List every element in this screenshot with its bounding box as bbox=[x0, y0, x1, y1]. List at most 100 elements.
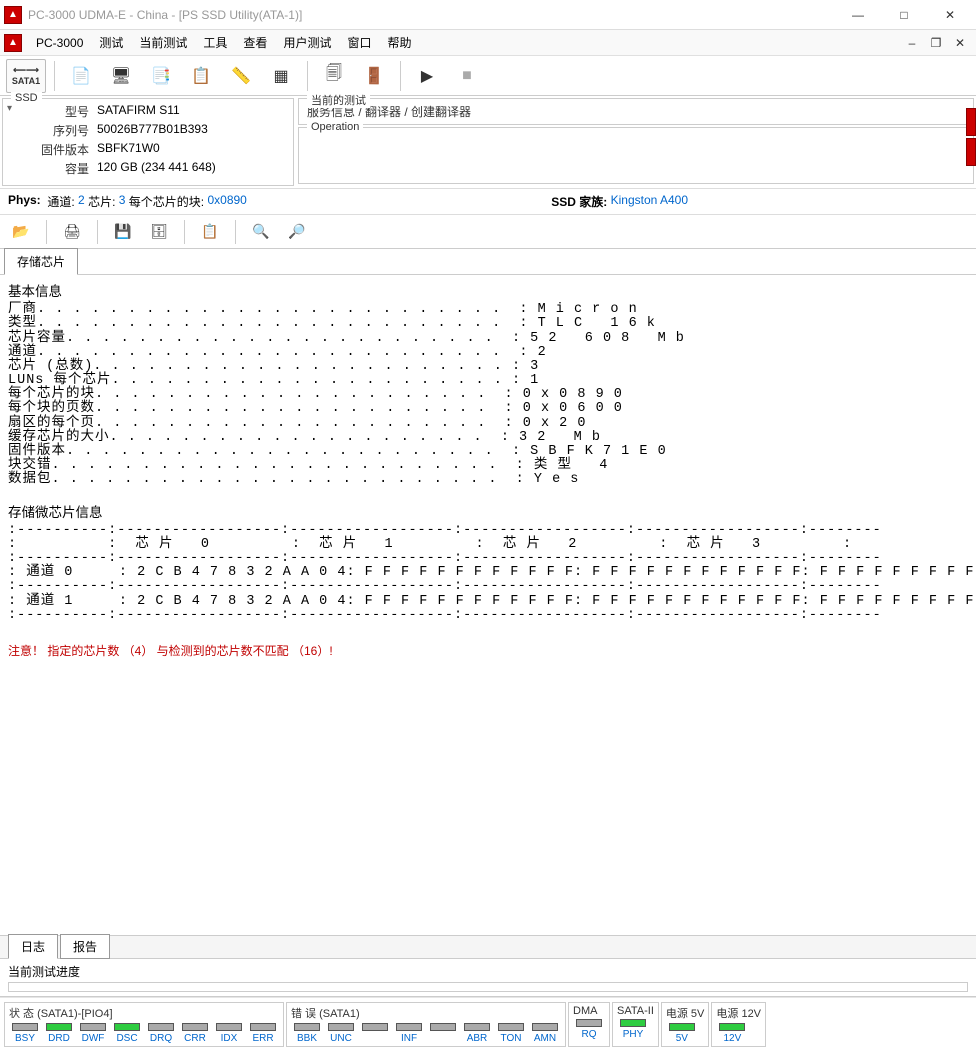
toolbar-separator bbox=[54, 61, 55, 91]
phys-chip-label: 芯片: bbox=[88, 193, 115, 210]
content-text[interactable]: 基本信息厂商. . . . . . . . . . . . . . . . . … bbox=[0, 275, 976, 935]
ssd-model-value: SATAFIRM S11 bbox=[97, 103, 180, 120]
tb-doc-icon[interactable]: 📄 bbox=[63, 59, 99, 93]
tb2-saveas-icon[interactable]: 🗄 bbox=[142, 218, 176, 246]
ssd-serial-value: 50026B777B01B393 bbox=[97, 122, 208, 139]
maximize-button[interactable]: □ bbox=[882, 1, 926, 29]
ssd-capacity-value: 120 GB (234 441 648) bbox=[97, 160, 216, 177]
current-test-panel: 当前的测试 服务信息 / 翻译器 / 创建翻译器 bbox=[298, 98, 974, 125]
close-button[interactable]: ✕ bbox=[928, 1, 972, 29]
main-toolbar: ⟵⟶SATA1 📄 🖥 📑 📋 📏 ▦ 🗐 🚪 ▶ ■ bbox=[0, 56, 976, 96]
status-group-title: SATA-II bbox=[617, 1005, 654, 1017]
progress-label: 当前测试进度 bbox=[8, 963, 968, 980]
phys-label: Phys: bbox=[8, 193, 41, 210]
menu-tools[interactable]: 工具 bbox=[195, 30, 235, 55]
window-title: PC-3000 UDMA-E - China - [PS SSD Utility… bbox=[28, 8, 836, 22]
led-indicator bbox=[148, 1023, 174, 1031]
info-line: :----------:------------------:---------… bbox=[8, 524, 976, 538]
led-crr: CRR bbox=[179, 1023, 211, 1044]
info-line: 数据包. . . . . . . . . . . . . . . . . . .… bbox=[8, 473, 976, 487]
ssd-fw-value: SBFK71W0 bbox=[97, 141, 160, 158]
tb-chip-icon[interactable]: 🖥 bbox=[103, 59, 139, 93]
led-label: PHY bbox=[623, 1029, 644, 1040]
tb-chips-icon[interactable]: 📑 bbox=[143, 59, 179, 93]
led-indicator bbox=[80, 1023, 106, 1031]
tb2-find-icon[interactable]: 🔍 bbox=[244, 218, 278, 246]
tb-ruler-icon[interactable]: 📏 bbox=[223, 59, 259, 93]
led-indicator bbox=[396, 1023, 422, 1031]
app-logo-icon: ▲ bbox=[4, 34, 22, 52]
tb-grid-icon[interactable]: ▦ bbox=[263, 59, 299, 93]
status-group-g3: DMARQ bbox=[568, 1002, 610, 1047]
tb2-findnext-icon[interactable]: 🔎 bbox=[280, 218, 314, 246]
phys-info-row: Phys: 通道: 2 芯片: 3 每个芯片的块: 0x0890 SSD 家族:… bbox=[0, 189, 976, 215]
led-indicator bbox=[12, 1023, 38, 1031]
led-indicator bbox=[294, 1023, 320, 1031]
current-test-legend: 当前的测试 bbox=[307, 92, 370, 108]
menu-window[interactable]: 窗口 bbox=[339, 30, 379, 55]
ssd-model-label: 型号 bbox=[19, 103, 89, 120]
menu-view[interactable]: 查看 bbox=[235, 30, 275, 55]
toolbar-separator bbox=[400, 61, 401, 91]
led-indicator bbox=[328, 1023, 354, 1031]
phys-blk-label: 每个芯片的块: bbox=[129, 193, 204, 210]
status-group-title: 电源 12V bbox=[716, 1005, 761, 1021]
log-tab-log[interactable]: 日志 bbox=[8, 934, 58, 959]
tb2-copy-icon[interactable]: 📋 bbox=[193, 218, 227, 246]
status-group-g2: 错 误 (SATA1)BBKUNCINFABRTONAMN bbox=[286, 1002, 566, 1047]
tb-play-icon[interactable]: ▶ bbox=[409, 59, 445, 93]
info-line: 通道. . . . . . . . . . . . . . . . . . . … bbox=[8, 346, 976, 360]
chip-info-heading: 存储微芯片信息 bbox=[8, 506, 976, 520]
secondary-toolbar: 📂 🖨 💾 🗄 📋 🔍 🔎 bbox=[0, 215, 976, 249]
phys-fam-label: SSD 家族: bbox=[551, 193, 607, 210]
status-group-g4: SATA-II PHY bbox=[612, 1002, 659, 1047]
menu-user-test[interactable]: 用户测试 bbox=[275, 30, 339, 55]
led-unc: UNC bbox=[325, 1023, 357, 1044]
tb-exit-icon[interactable]: 🚪 bbox=[356, 59, 392, 93]
menu-bar: ▲ PC-3000 测试 当前测试 工具 查看 用户测试 窗口 帮助 – ❐ ✕ bbox=[0, 30, 976, 56]
tb-stop-icon[interactable]: ■ bbox=[449, 59, 485, 93]
tb2-open-icon[interactable]: 📂 bbox=[4, 218, 38, 246]
tb2-print-icon[interactable]: 🖨 bbox=[55, 218, 89, 246]
caret-icon[interactable]: ▾ bbox=[7, 103, 12, 114]
mdi-minimize-button[interactable]: – bbox=[900, 32, 924, 54]
ssd-fw-label: 固件版本 bbox=[19, 141, 89, 158]
info-line bbox=[8, 623, 976, 637]
led-phy: PHY bbox=[617, 1019, 649, 1040]
status-group-g6: 电源 12V12V bbox=[711, 1002, 766, 1047]
led-indicator bbox=[498, 1023, 524, 1031]
led-bbk: BBK bbox=[291, 1023, 323, 1044]
led-indicator bbox=[182, 1023, 208, 1031]
progress-row: 当前测试进度 bbox=[0, 959, 976, 997]
led-drq: DRQ bbox=[145, 1023, 177, 1044]
led-idx: IDX bbox=[213, 1023, 245, 1044]
tb-copy-icon[interactable]: 🗐 bbox=[316, 59, 352, 93]
menu-help[interactable]: 帮助 bbox=[379, 30, 419, 55]
tb-module-icon[interactable]: 📋 bbox=[183, 59, 219, 93]
info-line: 芯片 (总数). . . . . . . . . . . . . . . . .… bbox=[8, 360, 976, 374]
led-blank bbox=[359, 1023, 391, 1044]
menu-app[interactable]: PC-3000 bbox=[28, 30, 91, 55]
mdi-close-button[interactable]: ✕ bbox=[948, 32, 972, 54]
breadcrumb: 服务信息 / 翻译器 / 创建翻译器 bbox=[307, 103, 965, 120]
mdi-restore-button[interactable]: ❐ bbox=[924, 32, 948, 54]
status-group-title: 错 误 (SATA1) bbox=[291, 1005, 561, 1021]
sata1-button[interactable]: ⟵⟶SATA1 bbox=[6, 59, 46, 93]
toolbar-separator bbox=[184, 220, 185, 244]
tab-storage-chip[interactable]: 存储芯片 bbox=[4, 248, 78, 275]
led-indicator bbox=[362, 1023, 388, 1031]
led-dwf: DWF bbox=[77, 1023, 109, 1044]
side-red-tabs bbox=[966, 108, 976, 168]
log-tab-report[interactable]: 报告 bbox=[60, 934, 110, 959]
tb2-save-icon[interactable]: 💾 bbox=[106, 218, 140, 246]
menu-test[interactable]: 测试 bbox=[91, 30, 131, 55]
content-tabs: 存储芯片 bbox=[0, 249, 976, 275]
ssd-legend: SSD bbox=[11, 92, 42, 104]
led-dsc: DSC bbox=[111, 1023, 143, 1044]
progress-bar bbox=[8, 982, 968, 992]
phys-ch-label: 通道: bbox=[47, 193, 74, 210]
info-line: : : 芯 片 0 : 芯 片 1 : 芯 片 2 : 芯 片 3 : bbox=[8, 538, 976, 552]
minimize-button[interactable]: — bbox=[836, 1, 880, 29]
menu-current-test[interactable]: 当前测试 bbox=[131, 30, 195, 55]
status-group-title: DMA bbox=[573, 1005, 605, 1017]
